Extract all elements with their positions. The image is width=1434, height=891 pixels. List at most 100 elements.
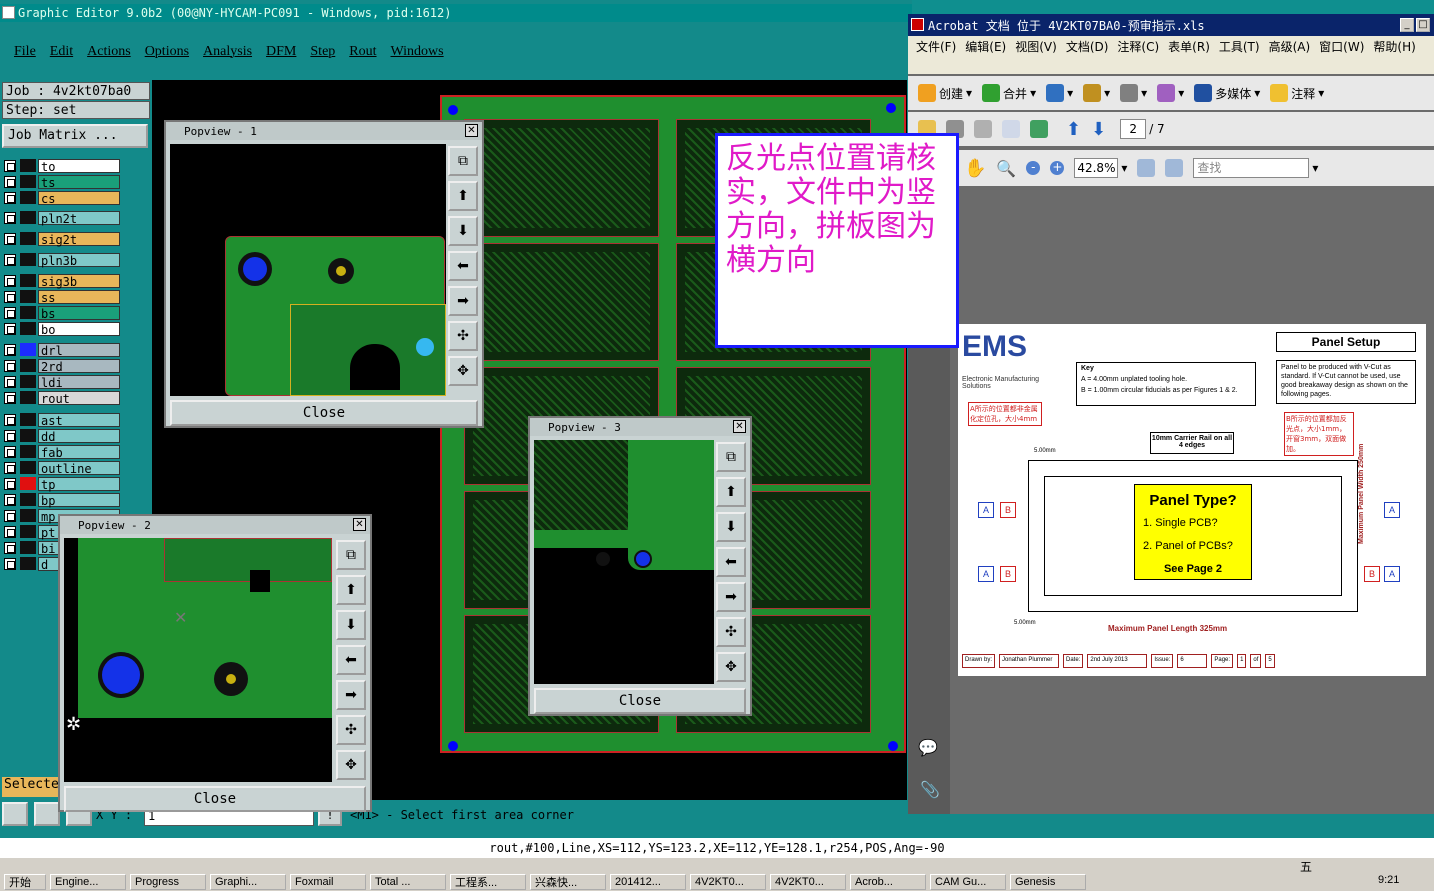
multimedia-button[interactable]: 多媒体 ▾ bbox=[1194, 84, 1260, 102]
taskbar-item[interactable]: Acrob... bbox=[850, 874, 926, 890]
layer-row-pln2t[interactable]: pln2t bbox=[4, 210, 120, 226]
layer-name[interactable]: rout bbox=[38, 390, 120, 406]
layer-color-swatch[interactable] bbox=[20, 359, 36, 372]
combine-button[interactable]: 合并 ▾ bbox=[982, 84, 1036, 102]
layer-checkbox[interactable] bbox=[4, 429, 16, 442]
layer-row-sig3b[interactable]: sig3b bbox=[4, 273, 120, 289]
layer-color-swatch[interactable] bbox=[20, 493, 36, 506]
forms-button[interactable]: ▾ bbox=[1157, 84, 1184, 102]
menu-file[interactable]: File bbox=[14, 44, 36, 60]
zoom-level-input[interactable]: 42.8% bbox=[1074, 158, 1119, 178]
layer-row-ss[interactable]: ss bbox=[4, 289, 120, 305]
layer-checkbox[interactable] bbox=[4, 445, 16, 458]
export-button[interactable]: ▾ bbox=[1046, 84, 1073, 102]
layer-row-outline[interactable]: outline bbox=[4, 460, 120, 476]
layer-name[interactable]: cs bbox=[38, 190, 120, 206]
layer-row-bs[interactable]: bs bbox=[4, 305, 120, 321]
menu-edit[interactable]: Edit bbox=[50, 44, 73, 60]
zoom-fit-icon[interactable]: ⧉ bbox=[448, 146, 478, 176]
taskbar-item[interactable]: 4V2KT0... bbox=[690, 874, 766, 890]
acrobat-menu-item[interactable]: 工具(T) bbox=[1219, 38, 1260, 56]
layer-row-drl[interactable]: drl bbox=[4, 342, 120, 358]
layer-name[interactable]: to bbox=[38, 158, 120, 174]
layer-row-tp[interactable]: tp bbox=[4, 476, 120, 492]
next-page-button[interactable]: ⬇ bbox=[1091, 119, 1106, 140]
layer-row-rout[interactable]: rout bbox=[4, 390, 120, 406]
layer-color-swatch[interactable] bbox=[20, 477, 36, 490]
layer-row-cs[interactable]: cs bbox=[4, 190, 120, 206]
acrobat-menu-item[interactable]: 编辑(E) bbox=[965, 38, 1006, 56]
layer-checkbox[interactable] bbox=[4, 391, 16, 404]
layer-name[interactable]: dd bbox=[38, 428, 120, 444]
zoom-out-icon[interactable]: ✥ bbox=[448, 356, 478, 386]
layer-name[interactable]: outline bbox=[38, 460, 120, 476]
layer-row-bp[interactable]: bp bbox=[4, 492, 120, 508]
layer-checkbox[interactable] bbox=[4, 557, 16, 570]
layer-checkbox[interactable] bbox=[4, 413, 16, 426]
layer-name[interactable]: tp bbox=[38, 476, 120, 492]
comment-button[interactable]: 注释 ▾ bbox=[1270, 84, 1324, 102]
pan-up-icon[interactable]: ⬆ bbox=[448, 181, 478, 211]
layer-row-to[interactable]: to bbox=[4, 158, 120, 174]
zoom-out-button[interactable]: - bbox=[1026, 161, 1041, 175]
layer-color-swatch[interactable] bbox=[20, 232, 36, 245]
layer-row-pln3b[interactable]: pln3b bbox=[4, 252, 120, 268]
hand-tool-button[interactable]: ✋ bbox=[964, 158, 986, 179]
layer-name[interactable]: pln3b bbox=[38, 252, 120, 268]
layer-color-swatch[interactable] bbox=[20, 429, 36, 442]
layer-checkbox[interactable] bbox=[4, 159, 16, 172]
layer-checkbox[interactable] bbox=[4, 525, 16, 538]
acrobat-menu-item[interactable]: 窗口(W) bbox=[1319, 38, 1364, 56]
acrobat-menu-item[interactable]: 帮助(H) bbox=[1373, 38, 1415, 56]
layer-color-swatch[interactable] bbox=[20, 525, 36, 538]
layer-color-swatch[interactable] bbox=[20, 557, 36, 570]
acrobat-menu-item[interactable]: 文件(F) bbox=[916, 38, 956, 56]
layer-checkbox[interactable] bbox=[4, 375, 16, 388]
layer-row-ldi[interactable]: ldi bbox=[4, 374, 120, 390]
layer-checkbox[interactable] bbox=[4, 274, 16, 287]
layer-checkbox[interactable] bbox=[4, 211, 16, 224]
layer-color-swatch[interactable] bbox=[20, 175, 36, 188]
close-icon[interactable]: ✕ bbox=[733, 420, 746, 433]
taskbar-item[interactable]: Total ... bbox=[370, 874, 446, 890]
taskbar-item[interactable]: Genesis bbox=[1010, 874, 1086, 890]
layer-color-swatch[interactable] bbox=[20, 541, 36, 554]
layer-name[interactable]: drl bbox=[38, 342, 120, 358]
layer-name[interactable]: bp bbox=[38, 492, 120, 508]
pan-down-icon[interactable]: ⬇ bbox=[716, 512, 746, 542]
layer-checkbox[interactable] bbox=[4, 493, 16, 506]
pan-right-icon[interactable]: ➡ bbox=[448, 286, 478, 316]
close-icon[interactable]: ✕ bbox=[465, 124, 478, 137]
popview-2-canvas[interactable]: ✕ ✲ bbox=[64, 538, 332, 782]
maximize-icon[interactable]: □ bbox=[1416, 18, 1430, 32]
layer-color-swatch[interactable] bbox=[20, 159, 36, 172]
close-icon[interactable]: ✕ bbox=[353, 518, 366, 531]
taskbar-item[interactable]: 4V2KT0... bbox=[770, 874, 846, 890]
layer-checkbox[interactable] bbox=[4, 253, 16, 266]
layer-color-swatch[interactable] bbox=[20, 306, 36, 319]
layer-color-swatch[interactable] bbox=[20, 343, 36, 356]
comments-panel-icon[interactable]: 💬 bbox=[918, 738, 938, 757]
layer-color-swatch[interactable] bbox=[20, 445, 36, 458]
layer-row-ts[interactable]: ts bbox=[4, 174, 120, 190]
menu-step[interactable]: Step bbox=[310, 44, 335, 60]
layer-color-swatch[interactable] bbox=[20, 375, 36, 388]
layer-color-swatch[interactable] bbox=[20, 253, 36, 266]
taskbar-item[interactable]: Progress bbox=[130, 874, 206, 890]
layer-checkbox[interactable] bbox=[4, 541, 16, 554]
layer-name[interactable]: ldi bbox=[38, 374, 120, 390]
layer-row-sig2t[interactable]: sig2t bbox=[4, 231, 120, 247]
taskbar-item[interactable]: CAM Gu... bbox=[930, 874, 1006, 890]
layer-color-swatch[interactable] bbox=[20, 191, 36, 204]
layer-name[interactable]: fab bbox=[38, 444, 120, 460]
layer-checkbox[interactable] bbox=[4, 191, 16, 204]
layer-checkbox[interactable] bbox=[4, 359, 16, 372]
zoom-fit-icon[interactable]: ⧉ bbox=[336, 540, 366, 570]
layer-row-2rd[interactable]: 2rd bbox=[4, 358, 120, 374]
page-number-input[interactable]: 2 bbox=[1120, 119, 1147, 139]
layer-checkbox[interactable] bbox=[4, 290, 16, 303]
taskbar-item[interactable]: Engine... bbox=[50, 874, 126, 890]
zoom-in-button[interactable]: + bbox=[1050, 161, 1065, 175]
layer-row-fab[interactable]: fab bbox=[4, 444, 120, 460]
zoom-in-icon[interactable]: ✣ bbox=[336, 715, 366, 745]
